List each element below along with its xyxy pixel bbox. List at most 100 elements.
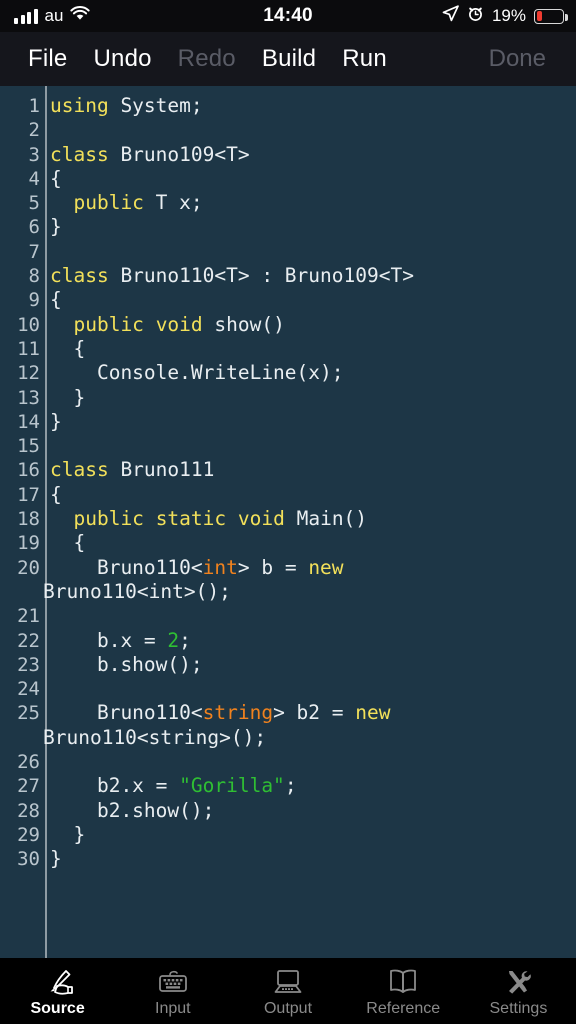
code-line[interactable]: 24 [0,677,576,701]
line-number: 1 [28,95,40,117]
code-line[interactable]: 15 [0,434,576,458]
code-line[interactable]: 11 { [0,337,576,361]
code-line[interactable]: 7 [0,240,576,264]
location-arrow-icon [442,5,459,27]
line-number: 6 [28,216,40,239]
tab-label: Output [263,999,313,1017]
code-text: } [50,215,62,239]
tab-reference[interactable]: Reference [346,958,461,1024]
line-number: 22 [17,629,40,652]
editor-toolbar: File Undo Redo Build Run Done [0,32,576,86]
code-line[interactable]: 17 { [0,483,576,507]
bottom-tab-bar: Source Input Output Reference Settings [0,958,576,1024]
code-line[interactable]: 16 class Bruno111 [0,458,576,482]
line-number: 29 [17,823,40,846]
code-text: } [50,385,86,409]
code-text: public void show() [73,312,285,336]
tools-wrench-icon [501,965,535,997]
line-number: 7 [28,240,40,263]
line-number: 24 [17,678,40,701]
computer-monitor-icon [271,965,305,997]
code-text: { [50,336,86,360]
code-line[interactable]: 19 { [0,531,576,555]
file-button[interactable]: File [28,45,67,73]
battery-fill [536,11,542,21]
code-text: class Bruno111 [50,458,215,482]
code-line[interactable]: 6} [0,215,576,239]
battery-percent-label: 19% [491,6,526,25]
line-number: 19 [17,532,40,555]
code-text: { [50,288,62,312]
code-text: class Bruno110<T> : Bruno109<T> [50,264,414,288]
tab-settings[interactable]: Settings [461,958,576,1024]
code-line[interactable]: 25 Bruno110<string> b2 = new Bruno110<str… [0,701,576,750]
status-bar: au 14:40 19% [0,0,576,32]
code-editor[interactable]: 1 using System; 2 3 class Bruno109<T> 4{5 pub… [0,86,576,958]
line-number: 21 [17,605,40,628]
code-line[interactable]: 21 [0,604,576,628]
line-number: 27 [17,775,40,798]
code-text: } [50,409,62,433]
line-number: 13 [17,386,40,409]
code-line[interactable]: 3 class Bruno109<T> [0,143,576,167]
code-line[interactable]: 4{ [0,167,576,191]
line-number: 9 [28,289,40,312]
line-number: 12 [17,362,40,385]
code-line[interactable]: 1 using System; [0,94,576,118]
code-line[interactable]: 26 [0,750,576,774]
code-line[interactable]: 29 } [0,823,576,847]
line-number: 15 [17,435,40,458]
code-text-wrapped: Bruno110<string>(); [43,725,267,749]
line-number: 14 [17,410,40,433]
line-number: 4 [28,167,40,190]
tab-output[interactable]: Output [230,958,345,1024]
done-button: Done [488,45,546,72]
code-text-wrapped: Bruno110<int>(); [43,579,231,603]
code-line[interactable]: 13 } [0,386,576,410]
app-root: au 14:40 19% File Undo Redo Build Run Do… [0,0,576,1024]
line-number: 16 [17,459,40,482]
code-line[interactable]: 14} [0,410,576,434]
line-number: 11 [17,337,40,360]
code-line[interactable]: 12 Console.WriteLine(x); [0,361,576,385]
line-number: 28 [17,799,40,822]
code-line[interactable]: 23 b.show(); [0,653,576,677]
code-text: Console.WriteLine(x); [50,361,344,385]
code-text: b.show(); [50,652,203,676]
code-line[interactable]: 8 class Bruno110<T> : Bruno109<T> [0,264,576,288]
code-line[interactable]: 28 b2.show(); [0,799,576,823]
line-number: 20 [17,556,40,579]
line-number: 26 [17,751,40,774]
open-book-icon [386,965,420,997]
line-number: 5 [28,192,40,215]
code-line[interactable]: 27 b2.x = "Gorilla"; [0,774,576,798]
code-line[interactable]: 9{ [0,288,576,312]
build-button[interactable]: Build [262,45,316,73]
code-line[interactable]: 5 public T x; [0,191,576,215]
tab-label: Settings [489,999,548,1017]
code-line[interactable]: 30} [0,847,576,871]
code-line[interactable]: 20 Bruno110<int> b = new Bruno110<int>(); [0,556,576,605]
code-line[interactable]: 22 b.x = 2; [0,629,576,653]
code-text: public static void Main() [73,507,368,531]
code-line[interactable]: 18 public static void Main() [0,507,576,531]
tab-source[interactable]: Source [0,958,115,1024]
alarm-clock-icon [467,5,484,27]
line-number: 8 [28,265,40,288]
code-line[interactable]: 10 public void show() [0,313,576,337]
code-text: class Bruno109<T> [50,142,250,166]
code-text: b2.show(); [50,798,215,822]
tab-label: Input [155,999,191,1017]
line-number: 17 [17,483,40,506]
code-line[interactable]: 2 [0,118,576,142]
code-text: Bruno110<string> b2 = new [50,701,391,725]
toolbar-buttons: File Undo Redo Build Run [0,45,387,73]
undo-button[interactable]: Undo [93,45,151,73]
tab-input[interactable]: Input [115,958,230,1024]
code-text: b2.x = "Gorilla"; [50,774,297,798]
run-button[interactable]: Run [342,45,387,73]
code-lines[interactable]: 1 using System; 2 3 class Bruno109<T> 4{5 pub… [0,94,576,872]
redo-button: Redo [177,45,236,72]
line-number: 10 [17,313,40,336]
tab-label: Reference [366,999,441,1017]
